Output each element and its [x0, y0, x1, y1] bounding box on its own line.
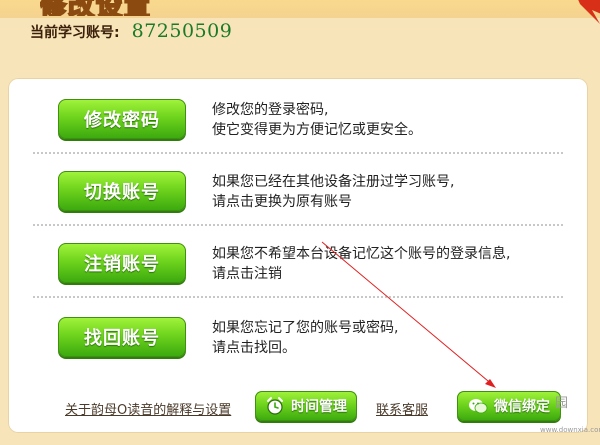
description-line: 请点击注销 [212, 266, 282, 282]
switch-account-description: 如果您已经在其他设备注册过学习账号, 请点击更换为原有账号 [212, 172, 572, 212]
recover-account-button[interactable]: 找回账号 [58, 317, 186, 357]
logout-account-button[interactable]: 注销账号 [58, 243, 186, 283]
watermark-site: www.downxia.com [540, 426, 600, 434]
description-line: 修改您的登录密码, [212, 102, 329, 118]
row-logout-account: 注销账号 如果您不希望本台设备记忆这个账号的登录信息, 请点击注销 [8, 226, 588, 298]
description-line: 如果您忘记了您的账号或密码, [212, 320, 399, 336]
watermark-text: 园 [555, 396, 569, 411]
description-line: 如果您不希望本台设备记忆这个账号的登录信息, [212, 246, 511, 262]
time-management-button[interactable]: 时间管理 [255, 391, 357, 421]
wechat-bind-button[interactable]: 微信绑定 [457, 391, 561, 421]
account-label: 当前学习账号: [30, 25, 120, 41]
page-title: 修改设置 [40, 0, 153, 16]
time-management-label: 时间管理 [291, 399, 347, 415]
change-password-description: 修改您的登录密码, 使它变得更为方便记忆或更安全。 [212, 100, 572, 140]
alarm-clock-icon [267, 397, 283, 415]
logout-account-description: 如果您不希望本台设备记忆这个账号的登录信息, 请点击注销 [212, 244, 572, 284]
switch-account-button[interactable]: 切换账号 [58, 171, 186, 211]
footer-bar: 关于韵母O读音的解释与设置 时间管理 联系客服 微信绑定 [8, 383, 588, 423]
contact-service-link[interactable]: 联系客服 [376, 399, 428, 418]
account-line: 当前学习账号: 87250509 [30, 20, 232, 50]
row-divider [33, 296, 563, 298]
row-change-password: 修改密码 修改您的登录密码, 使它变得更为方便记忆或更安全。 [8, 82, 588, 154]
description-line: 使它变得更为方便记忆或更安全。 [212, 122, 422, 138]
wechat-icon [469, 399, 488, 414]
description-line: 如果您已经在其他设备注册过学习账号, [212, 174, 455, 190]
recover-account-description: 如果您忘记了您的账号或密码, 请点击找回。 [212, 318, 572, 358]
corner-decoration-icon [578, 0, 600, 24]
description-line: 请点击更换为原有账号 [212, 194, 352, 210]
wechat-bind-label: 微信绑定 [494, 399, 550, 415]
row-recover-account: 找回账号 如果您忘记了您的账号或密码, 请点击找回。 [8, 300, 588, 372]
account-number: 87250509 [131, 20, 233, 42]
description-line: 请点击找回。 [212, 340, 296, 356]
change-password-button[interactable]: 修改密码 [58, 99, 186, 139]
settings-panel: 修改密码 修改您的登录密码, 使它变得更为方便记忆或更安全。 切换账号 如果您已… [8, 78, 588, 433]
row-switch-account: 切换账号 如果您已经在其他设备注册过学习账号, 请点击更换为原有账号 [8, 154, 588, 226]
page-title-clip: 修改设置 [40, 0, 200, 16]
pinyin-o-settings-link[interactable]: 关于韵母O读音的解释与设置 [65, 399, 231, 418]
